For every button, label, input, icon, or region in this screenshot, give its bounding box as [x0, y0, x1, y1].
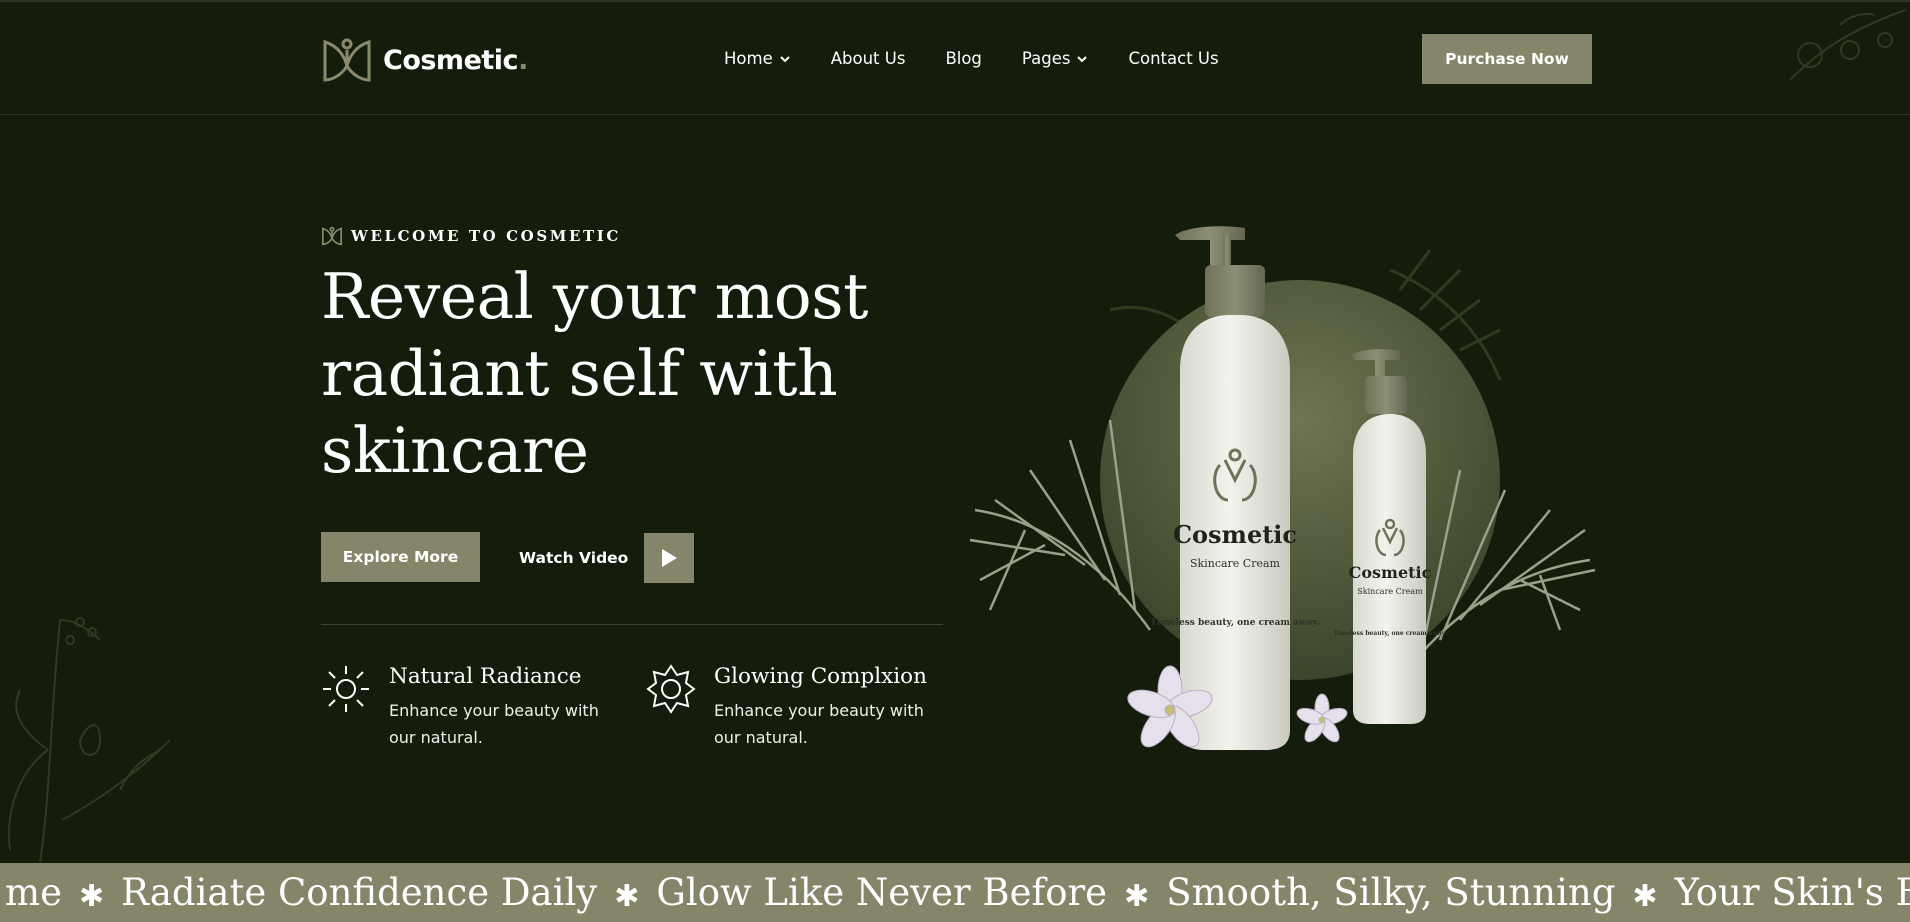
feature-title: Glowing Complxion	[714, 664, 927, 689]
nav-label: About Us	[830, 49, 906, 68]
butterfly-icon	[322, 226, 342, 246]
small-bottle-sub: Skincare Cream	[1357, 587, 1423, 596]
divider	[321, 624, 943, 625]
star-badge-icon	[646, 664, 696, 714]
nav-item-about[interactable]: About Us	[831, 49, 906, 68]
play-button[interactable]	[644, 533, 695, 583]
flower-right	[1296, 693, 1348, 743]
asterisk-icon: ✱	[78, 879, 105, 914]
feature-desc: Enhance your beauty with our natural.	[714, 701, 924, 747]
sun-icon	[323, 666, 369, 712]
asterisk-icon: ✱	[1124, 879, 1150, 914]
chevron-down-icon	[1077, 55, 1088, 62]
eyebrow-text: WELCOME TO COSMETIC	[351, 227, 621, 245]
main-nav: Home About Us Blog Pages Contact Us	[724, 49, 1219, 68]
feature-natural-radiance: Natural Radiance Enhance your beauty wit…	[321, 664, 619, 751]
nav-label: Home	[724, 49, 773, 68]
watch-video-label: Watch Video	[519, 549, 629, 567]
bottle-sub: Skincare Cream	[1190, 557, 1281, 570]
marquee-item: Your Skin's Best Friend	[1674, 871, 1910, 914]
marquee-item: Radiate Confidence Daily	[121, 871, 598, 914]
small-bottle-brand: Cosmetic	[1349, 563, 1432, 582]
marquee-item: me	[5, 871, 62, 914]
feature-title: Natural Radiance	[389, 664, 582, 689]
marquee-banner: me ✱ Radiate Confidence Daily ✱ Glow Lik…	[0, 863, 1910, 922]
nav-item-pages[interactable]: Pages	[1022, 49, 1089, 68]
nav-item-blog[interactable]: Blog	[945, 49, 981, 68]
nav-item-contact[interactable]: Contact Us	[1128, 49, 1218, 68]
floral-decoration-icon	[1789, 9, 1906, 81]
asterisk-icon: ✱	[1632, 879, 1658, 914]
butterfly-logo-icon	[323, 38, 371, 82]
hero-title: Reveal your most radiant self with skinc…	[321, 260, 868, 487]
site-header: Cosmetic. Home About Us Blog Pages Conta…	[0, 2, 1910, 115]
marquee-track: me ✱ Radiate Confidence Daily ✱ Glow Lik…	[0, 871, 1910, 922]
explore-more-button[interactable]: Explore More	[321, 532, 480, 582]
leaf-branch-decoration-icon	[8, 617, 171, 863]
watch-video-button[interactable]: Watch Video	[519, 533, 695, 583]
nav-label: Contact Us	[1128, 49, 1219, 68]
feature-desc: Enhance your beauty with our natural.	[389, 701, 599, 747]
chevron-down-icon	[780, 55, 790, 62]
brand-name: Cosmetic.	[383, 44, 528, 76]
nav-label: Blog	[945, 49, 982, 68]
play-icon	[662, 549, 678, 567]
marquee-item: Smooth, Silky, Stunning	[1166, 871, 1616, 914]
marquee-item: Glow Like Never Before	[656, 871, 1108, 914]
small-bottle-tagline: Timeless beauty, one cream away.	[1333, 630, 1446, 637]
bottle-brand: Cosmetic	[1173, 520, 1297, 549]
product-image: Cosmetic Skincare Cream Timeless beauty,…	[969, 226, 1596, 750]
nav-item-home[interactable]: Home	[724, 49, 791, 68]
feature-glowing-complexion: Glowing Complxion Enhance your beauty wi…	[646, 664, 944, 751]
bottle-tagline: Timeless beauty, one cream away.	[1150, 618, 1320, 628]
logo[interactable]: Cosmetic.	[321, 36, 528, 84]
hero-eyebrow: WELCOME TO COSMETIC	[321, 226, 621, 246]
nav-label: Pages	[1021, 49, 1071, 68]
asterisk-icon: ✱	[614, 879, 640, 914]
purchase-now-button[interactable]: Purchase Now	[1422, 34, 1592, 84]
